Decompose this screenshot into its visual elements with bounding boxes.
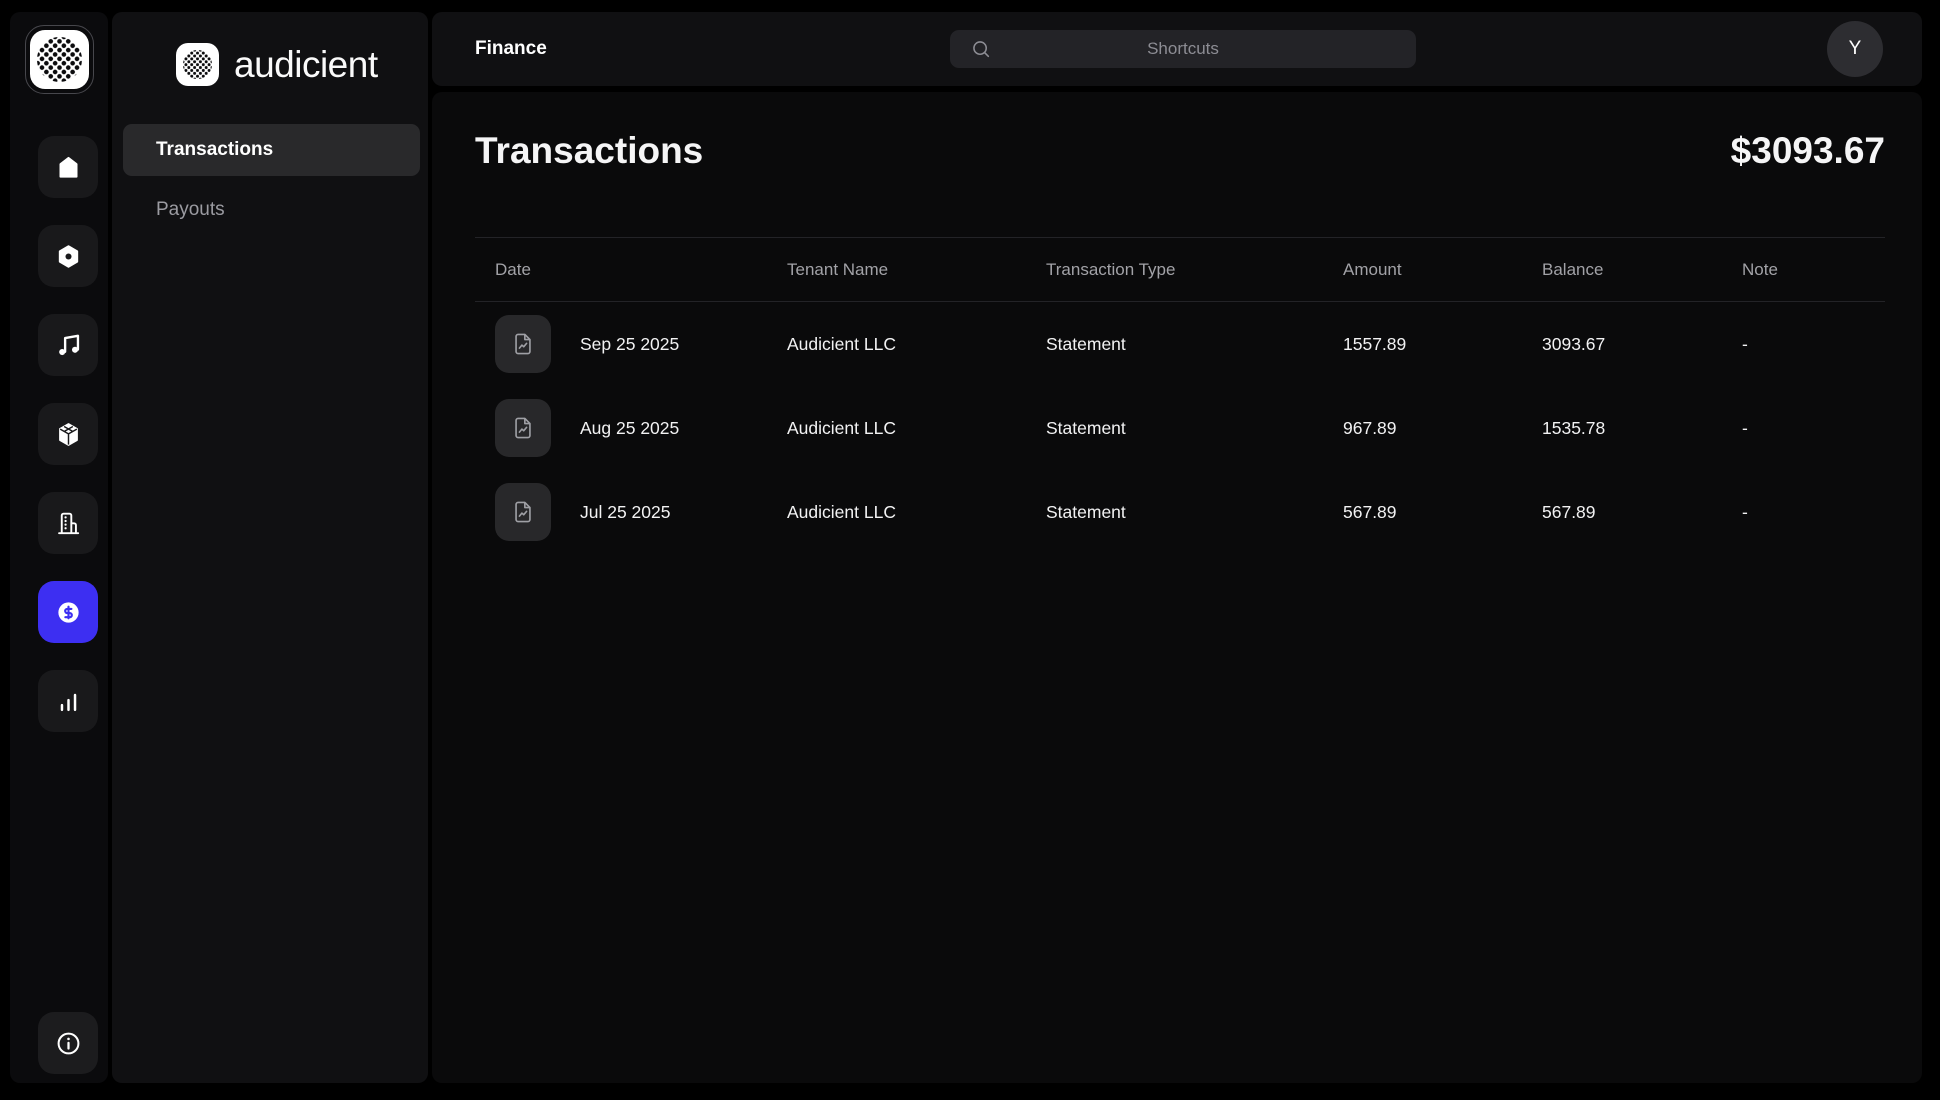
home-icon <box>55 154 82 181</box>
statement-file-button[interactable] <box>495 399 551 457</box>
rail-item-info[interactable] <box>38 1012 98 1074</box>
column-header-balance: Balance <box>1542 260 1742 280</box>
table-row[interactable]: Sep 25 2025 Audicient LLC Statement 1557… <box>475 302 1885 386</box>
cell-date: Jul 25 2025 <box>580 502 671 523</box>
rail-item-music[interactable] <box>38 314 98 376</box>
sidebar-item-payouts[interactable]: Payouts <box>123 184 420 236</box>
avatar-initial: Y <box>1849 38 1862 60</box>
page-title: Transactions <box>475 130 703 172</box>
app-sidebar: audicient Transactions Payouts <box>112 12 428 1083</box>
total-balance: $3093.67 <box>1731 130 1885 172</box>
bar-chart-icon <box>55 688 82 715</box>
table-row[interactable]: Jul 25 2025 Audicient LLC Statement 567.… <box>475 470 1885 554</box>
column-header-date: Date <box>475 260 787 280</box>
cell-tenant-name: Audicient LLC <box>787 418 1046 439</box>
cell-amount: 567.89 <box>1343 502 1542 523</box>
statement-file-button[interactable] <box>495 315 551 373</box>
dotted-globe-icon <box>183 50 212 79</box>
top-bar: Finance Y <box>432 12 1922 86</box>
sidebar-item-label: Transactions <box>156 139 273 161</box>
music-note-icon <box>55 332 82 359</box>
info-icon <box>55 1030 82 1057</box>
shortcuts-search[interactable] <box>950 30 1416 68</box>
app-logo <box>30 30 89 89</box>
cell-transaction-type: Statement <box>1046 334 1343 355</box>
sidebar-item-transactions[interactable]: Transactions <box>123 124 420 176</box>
icon-rail <box>10 12 108 1083</box>
cell-tenant-name: Audicient LLC <box>787 502 1046 523</box>
brand-wordmark: audicient <box>234 44 378 86</box>
cell-amount: 1557.89 <box>1343 334 1542 355</box>
table-row[interactable]: Aug 25 2025 Audicient LLC Statement 967.… <box>475 386 1885 470</box>
rail-item-home[interactable] <box>38 136 98 198</box>
cell-note: - <box>1742 334 1885 355</box>
app-window: audicient Transactions Payouts Finance Y… <box>0 0 1940 1100</box>
column-header-transaction-type: Transaction Type <box>1046 260 1343 280</box>
cell-note: - <box>1742 502 1885 523</box>
cell-balance: 3093.67 <box>1542 334 1742 355</box>
brand: audicient <box>176 43 378 86</box>
file-chart-icon <box>510 499 536 525</box>
rail-item-company[interactable] <box>38 492 98 554</box>
column-header-note: Note <box>1742 260 1885 280</box>
file-chart-icon <box>510 331 536 357</box>
cell-transaction-type: Statement <box>1046 502 1343 523</box>
cell-date: Sep 25 2025 <box>580 334 679 355</box>
rail-item-finance[interactable] <box>38 581 98 643</box>
column-header-amount: Amount <box>1343 260 1542 280</box>
rail-logo-button[interactable] <box>25 25 94 94</box>
column-header-tenant-name: Tenant Name <box>787 260 1046 280</box>
main-panel: Transactions $3093.67 Date Tenant Name T… <box>432 92 1922 1083</box>
package-cube-icon <box>55 421 82 448</box>
hexagon-nut-icon <box>55 243 82 270</box>
cell-tenant-name: Audicient LLC <box>787 334 1046 355</box>
statement-file-button[interactable] <box>495 483 551 541</box>
rail-item-products[interactable] <box>38 403 98 465</box>
cell-date: Aug 25 2025 <box>580 418 679 439</box>
cell-note: - <box>1742 418 1885 439</box>
cell-amount: 967.89 <box>1343 418 1542 439</box>
avatar[interactable]: Y <box>1827 21 1883 77</box>
file-chart-icon <box>510 415 536 441</box>
rail-item-analytics[interactable] <box>38 670 98 732</box>
search-icon <box>970 38 992 60</box>
transactions-table: Date Tenant Name Transaction Type Amount… <box>475 237 1885 554</box>
rail-item-settings[interactable] <box>38 225 98 287</box>
cell-balance: 567.89 <box>1542 502 1742 523</box>
search-input[interactable] <box>950 30 1416 68</box>
building-icon <box>55 510 82 537</box>
dotted-globe-icon <box>37 37 82 82</box>
cell-balance: 1535.78 <box>1542 418 1742 439</box>
dollar-circle-icon <box>55 599 82 626</box>
sidebar-nav: Transactions Payouts <box>123 124 420 236</box>
page-breadcrumb: Finance <box>475 12 547 86</box>
table-header-row: Date Tenant Name Transaction Type Amount… <box>475 237 1885 302</box>
cell-transaction-type: Statement <box>1046 418 1343 439</box>
sidebar-item-label: Payouts <box>156 199 225 221</box>
brand-logo <box>176 43 219 86</box>
